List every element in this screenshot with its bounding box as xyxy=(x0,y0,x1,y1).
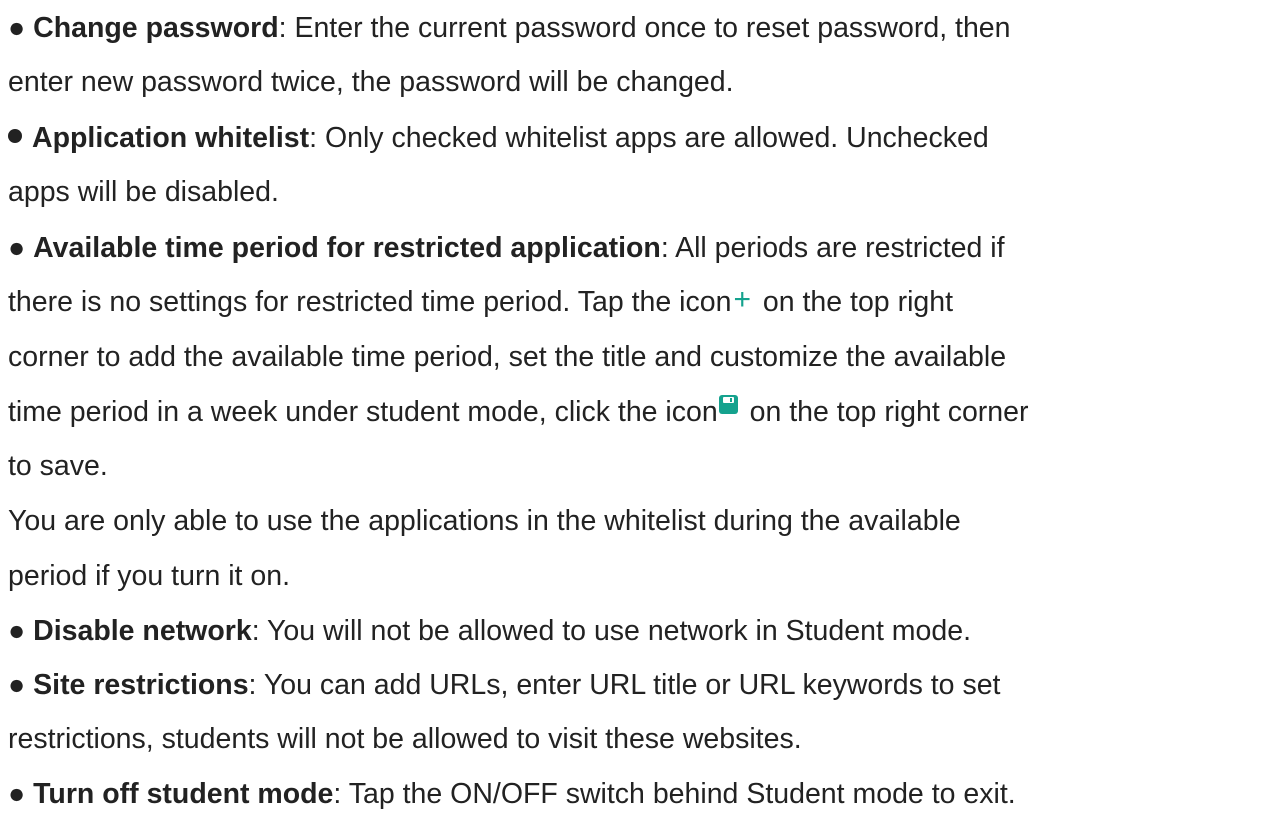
app-whitelist-desc-1: : Only checked whitelist apps are allowe… xyxy=(309,122,989,154)
time-period-line-2: there is no settings for restricted time… xyxy=(8,282,953,322)
bullet xyxy=(8,129,22,143)
bullet: ● xyxy=(8,615,26,647)
site-restrictions-desc-2: restrictions, students will not be allow… xyxy=(8,723,802,755)
bullet: ● xyxy=(8,12,26,44)
plus-icon: + xyxy=(733,283,751,316)
app-whitelist-desc-2: apps will be disabled. xyxy=(8,176,279,208)
time-period-line-4: time period in a week under student mode… xyxy=(8,392,1028,432)
time-period-desc-2a: there is no settings for restricted time… xyxy=(8,286,732,318)
time-period-desc-4a: time period in a week under student mode… xyxy=(8,396,718,428)
turn-off-line-1: ● Turn off student mode: Tap the ON/OFF … xyxy=(8,774,1016,814)
app-whitelist-line-1: Application whitelist: Only checked whit… xyxy=(8,118,989,158)
app-whitelist-term: Application whitelist xyxy=(32,122,310,154)
save-icon xyxy=(718,395,738,414)
time-period-desc-3: corner to add the available time period,… xyxy=(8,341,1007,373)
time-period-line-5: to save. xyxy=(8,446,108,486)
app-whitelist-line-2: apps will be disabled. xyxy=(8,172,279,212)
time-period-term: Available time period for restricted app… xyxy=(33,232,661,264)
time-period-line-1: ● Available time period for restricted a… xyxy=(8,228,1005,268)
bullet: ● xyxy=(8,778,26,810)
note-line-1: You are only able to use the application… xyxy=(8,501,961,541)
change-password-term: Change password xyxy=(33,12,279,44)
site-restrictions-line-2: restrictions, students will not be allow… xyxy=(8,719,802,759)
change-password-desc-2: enter new password twice, the password w… xyxy=(8,66,734,98)
disable-network-line-1: ● Disable network: You will not be allow… xyxy=(8,611,971,651)
bullet: ● xyxy=(8,669,26,701)
change-password-line-1: ● Change password: Enter the current pas… xyxy=(8,8,1011,48)
time-period-desc-5: to save. xyxy=(8,450,108,482)
disable-network-desc-1: : You will not be allowed to use network… xyxy=(251,615,972,647)
site-restrictions-line-1: ● Site restrictions: You can add URLs, e… xyxy=(8,665,1000,705)
bullet: ● xyxy=(8,232,26,264)
change-password-line-2: enter new password twice, the password w… xyxy=(8,62,734,102)
site-restrictions-term: Site restrictions xyxy=(33,669,249,701)
note-desc-2: period if you turn it on. xyxy=(8,560,290,592)
turn-off-desc-1: : Tap the ON/OFF switch behind Student m… xyxy=(333,778,1016,810)
time-period-desc-2b: on the top right xyxy=(754,286,954,318)
time-period-desc-4b: on the top right corner xyxy=(741,396,1029,428)
change-password-desc-1: : Enter the current password once to res… xyxy=(278,12,1011,44)
note-desc-1: You are only able to use the application… xyxy=(8,505,961,537)
time-period-desc-1: : All periods are restricted if xyxy=(660,232,1005,264)
turn-off-term: Turn off student mode xyxy=(33,778,334,810)
site-restrictions-desc-1: : You can add URLs, enter URL title or U… xyxy=(248,669,1001,701)
disable-network-term: Disable network xyxy=(33,615,252,647)
time-period-line-3: corner to add the available time period,… xyxy=(8,337,1006,377)
note-line-2: period if you turn it on. xyxy=(8,556,290,596)
